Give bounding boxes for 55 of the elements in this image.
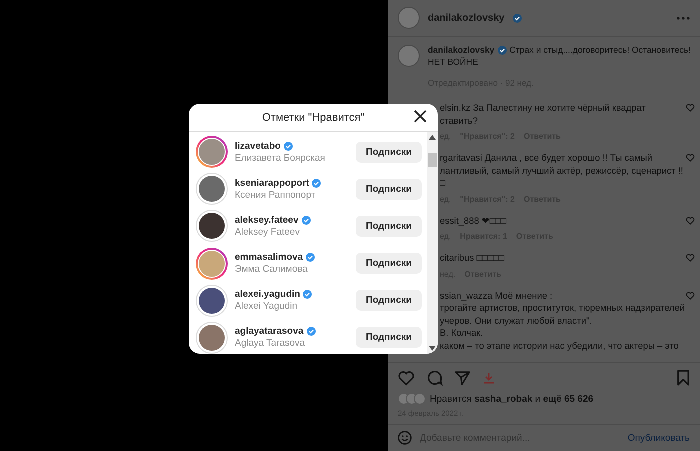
username[interactable]: aleksey.fateev [235,214,299,226]
comment-line: В. Колчак. [440,327,484,340]
heart-icon[interactable] [686,292,695,300]
username[interactable]: alexei.yagudin [235,289,300,300]
dialog-title: Отметки "Нравится" [262,112,365,124]
comment-line: □ [440,177,446,190]
avatar-story-ring[interactable] [196,173,228,206]
avatar[interactable] [398,7,420,29]
comment-line: elsin.kz За Палестину не хотите чёрный квадрат [440,102,646,114]
caption-text: Страх и стыд....договоритесь! Остановитесь! [510,45,691,55]
full-name: Alexei Yagudin [235,301,299,312]
following-button[interactable]: Подписки [356,142,422,163]
heart-icon[interactable] [686,254,695,262]
comment-line: лантливый, самый лучший актёр, режиссёр, сценарист !! [440,164,684,177]
caption-text: НЕТ ВОЙНЕ [428,57,480,67]
following-button[interactable]: Подписки [356,327,422,348]
heart-icon[interactable] [398,370,415,386]
scroll-up-arrow-icon[interactable] [429,135,436,140]
close-icon[interactable] [414,110,427,123]
comment-line: citaribus □□□□□ [440,252,505,264]
comment-line: трогайте артистов, проституток, тюремных надзирателей [440,302,685,314]
speech-bubble-icon[interactable] [427,370,443,386]
comment-line: ssian_wazza Моё мнение : [440,290,553,302]
heart-icon[interactable] [686,216,695,225]
full-name: Ксения Раппопорт [235,190,317,201]
comment-line: rgaritavasi Данила , все будет хорошо !! Ты самый [440,152,653,164]
username[interactable]: kseniarappoport [235,178,310,189]
liker-avatars [398,393,427,405]
heart-icon[interactable] [686,104,695,112]
following-button[interactable]: Подписки [356,178,422,200]
full-name: Aglaya Tarasova [235,338,306,350]
more-options-icon[interactable] [677,16,690,20]
scroll-down-arrow-icon[interactable] [429,346,436,351]
heart-icon[interactable] [686,154,695,162]
scrollbar-thumb[interactable] [428,153,437,167]
full-name: Aleksey Fateev [235,226,301,238]
comment-line: essit_888 ❤□□□ [440,214,507,227]
avatar[interactable] [398,45,420,67]
avatar-story-ring[interactable] [196,210,228,242]
username[interactable]: aglayatarasova [235,326,304,338]
username[interactable]: emmasalimova [235,252,304,264]
comment-line: ставить? [440,114,478,127]
emoji-icon[interactable] [398,431,412,445]
full-name: Эмма Салимова [235,264,309,276]
following-button[interactable]: Подписки [356,216,422,237]
bookmark-icon[interactable] [677,370,690,386]
comment-line: каком – то этапе истории нас убедили, что актеры – это [440,340,679,352]
avatar-story-ring[interactable] [196,284,228,317]
paper-plane-icon[interactable] [455,370,471,386]
scrollbar[interactable] [427,132,438,354]
comment-line: учеров. Они служат любой власти". [440,314,592,327]
username[interactable]: lizavetabo [235,140,281,152]
full-name: Елизавета Боярская [235,152,326,164]
following-button[interactable]: Подписки [356,253,422,274]
following-button[interactable]: Подписки [356,290,422,312]
